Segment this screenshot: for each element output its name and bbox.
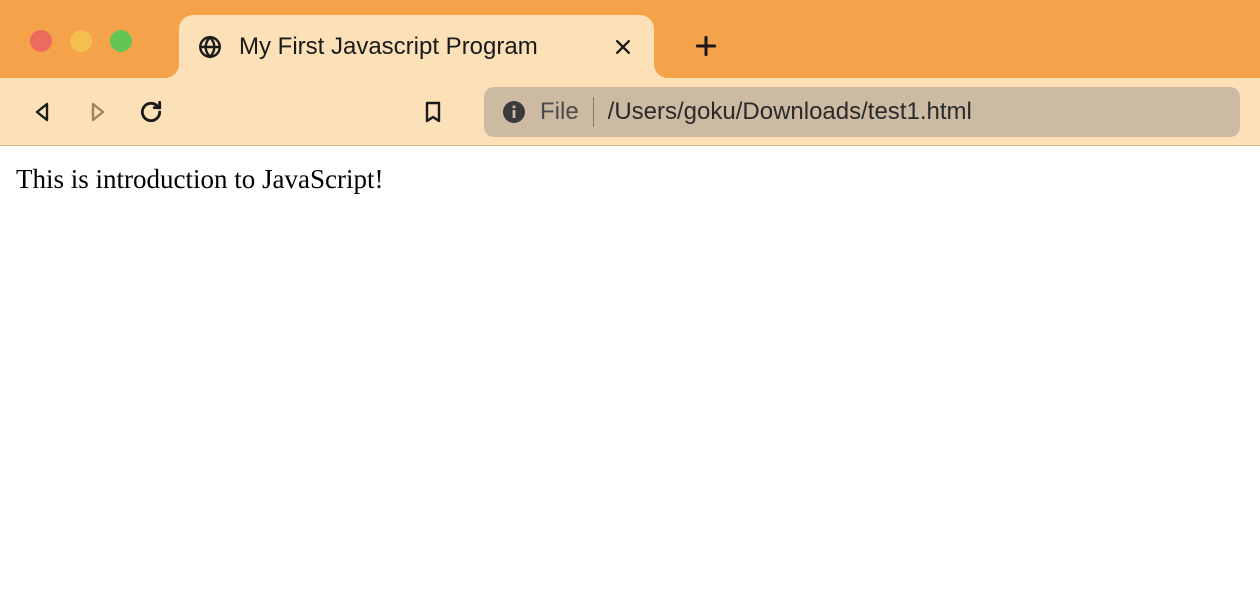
tab-title: My First Javascript Program bbox=[239, 33, 594, 61]
url-scheme-label: File bbox=[540, 98, 579, 126]
window-controls bbox=[30, 30, 132, 52]
new-tab-button[interactable] bbox=[682, 22, 730, 70]
page-body-text: This is introduction to JavaScript! bbox=[16, 164, 1244, 195]
browser-tab[interactable]: My First Javascript Program bbox=[179, 15, 654, 78]
toolbar: File /Users/goku/Downloads/test1.html bbox=[0, 78, 1260, 146]
close-tab-button[interactable] bbox=[610, 34, 636, 60]
url-divider bbox=[593, 97, 594, 127]
address-bar[interactable]: File /Users/goku/Downloads/test1.html bbox=[484, 87, 1240, 137]
window-minimize-button[interactable] bbox=[70, 30, 92, 52]
url-path: /Users/goku/Downloads/test1.html bbox=[608, 98, 1222, 126]
globe-icon bbox=[197, 34, 223, 60]
page-content: This is introduction to JavaScript! bbox=[0, 146, 1260, 213]
window-close-button[interactable] bbox=[30, 30, 52, 52]
reload-button[interactable] bbox=[128, 89, 174, 135]
site-info-icon[interactable] bbox=[502, 100, 526, 124]
back-button[interactable] bbox=[20, 89, 66, 135]
window-maximize-button[interactable] bbox=[110, 30, 132, 52]
bookmark-button[interactable] bbox=[410, 89, 456, 135]
forward-button[interactable] bbox=[74, 89, 120, 135]
tab-strip: My First Javascript Program bbox=[0, 0, 1260, 78]
